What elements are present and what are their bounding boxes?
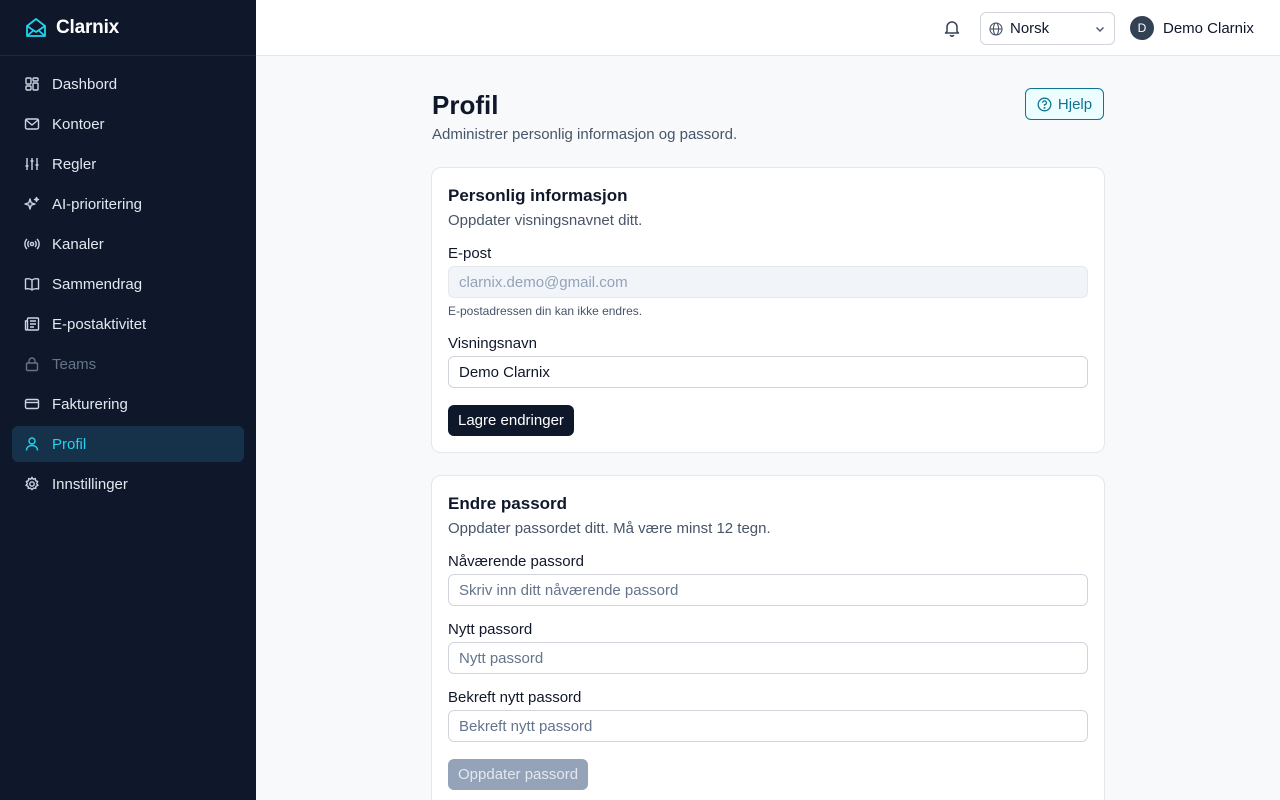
user-icon (24, 436, 40, 452)
user-menu[interactable]: D Demo Clarnix (1130, 16, 1254, 40)
save-changes-button[interactable]: Lagre endringer (448, 405, 574, 436)
avatar: D (1130, 16, 1154, 40)
sidebar-item-label: Dashbord (52, 75, 118, 93)
change-password-card: Endre passord Oppdater passordet ditt. M… (431, 475, 1105, 800)
topbar: Norsk D Demo Clarnix (256, 0, 1280, 56)
new-password-label: Nytt passord (448, 621, 533, 638)
user-name: Demo Clarnix (1163, 19, 1254, 37)
mail-icon (24, 116, 40, 132)
sidebar-item-label: Sammendrag (52, 275, 143, 293)
new-password-field[interactable] (448, 642, 1088, 674)
sidebar-item-accounts[interactable]: Kontoer (12, 106, 244, 142)
book-icon (24, 276, 40, 292)
dashboard-icon (24, 76, 40, 92)
sidebar-item-profile[interactable]: Profil (12, 426, 244, 462)
sidebar-item-label: AI-prioritering (52, 195, 143, 213)
language-value: Norsk (1010, 20, 1050, 37)
card-description: Oppdater visningsnavnet ditt. (448, 212, 643, 229)
help-button[interactable]: Hjelp (1025, 88, 1104, 120)
logo-mail-icon (24, 16, 48, 40)
sidebar-item-label: Kontoer (52, 115, 105, 133)
display-name-field[interactable] (448, 356, 1088, 388)
sliders-icon (24, 156, 40, 172)
current-password-field[interactable] (448, 574, 1088, 606)
email-field (448, 266, 1088, 298)
card-title: Endre passord (448, 494, 568, 513)
sidebar-item-teams: Teams (12, 346, 244, 382)
sidebar-nav: Dashbord Kontoer Regler AI-prioritering … (0, 56, 256, 516)
newspaper-icon (24, 316, 40, 332)
sidebar: Clarnix Dashbord Kontoer Regler AI-prior… (0, 0, 256, 800)
email-hint: E-postadressen din kan ikke endres. (448, 304, 643, 318)
globe-icon (989, 21, 1003, 36)
chevron-down-icon (1094, 23, 1106, 35)
card-description: Oppdater passordet ditt. Må være minst 1… (448, 520, 771, 537)
app-name: Clarnix (56, 16, 120, 38)
confirm-password-field[interactable] (448, 710, 1088, 742)
sidebar-item-rules[interactable]: Regler (12, 146, 244, 182)
personal-info-card: Personlig informasjon Oppdater visningsn… (431, 167, 1105, 453)
sidebar-item-label: Teams (52, 355, 97, 373)
display-name-label: Visningsnavn (448, 335, 537, 352)
sidebar-item-channels[interactable]: Kanaler (12, 226, 244, 262)
sidebar-item-label: Kanaler (52, 235, 104, 253)
sparkles-icon (24, 196, 40, 212)
main-content: Profil Administrer personlig informasjon… (256, 56, 1280, 800)
language-select[interactable]: Norsk (980, 12, 1115, 45)
page-title: Profil (432, 90, 499, 120)
sidebar-item-label: Fakturering (52, 395, 128, 413)
sidebar-item-billing[interactable]: Fakturering (12, 386, 244, 422)
email-label: E-post (448, 245, 492, 262)
current-password-label: Nåværende passord (448, 553, 584, 570)
sidebar-item-label: Regler (52, 155, 97, 173)
bell-icon[interactable] (940, 16, 964, 40)
lock-icon (24, 356, 40, 372)
card-title: Personlig informasjon (448, 186, 628, 205)
sidebar-item-summary[interactable]: Sammendrag (12, 266, 244, 302)
radio-icon (24, 236, 40, 252)
sidebar-item-email-activity[interactable]: E-postaktivitet (12, 306, 244, 342)
brand[interactable]: Clarnix (0, 0, 256, 56)
sidebar-item-label: Innstillinger (52, 475, 128, 493)
gear-icon (24, 476, 40, 492)
sidebar-item-settings[interactable]: Innstillinger (12, 466, 244, 502)
help-label: Hjelp (1057, 95, 1093, 113)
sidebar-item-ai-prioritization[interactable]: AI-prioritering (12, 186, 244, 222)
update-password-button: Oppdater passord (448, 759, 589, 790)
sidebar-item-label: Profil (52, 435, 87, 453)
help-circle-icon (1037, 97, 1052, 112)
credit-card-icon (24, 396, 40, 412)
sidebar-item-dashboard[interactable]: Dashbord (12, 66, 244, 102)
confirm-password-label: Bekreft nytt passord (448, 689, 582, 706)
page-subtitle: Administrer personlig informasjon og pas… (432, 126, 738, 143)
sidebar-item-label: E-postaktivitet (52, 315, 147, 333)
